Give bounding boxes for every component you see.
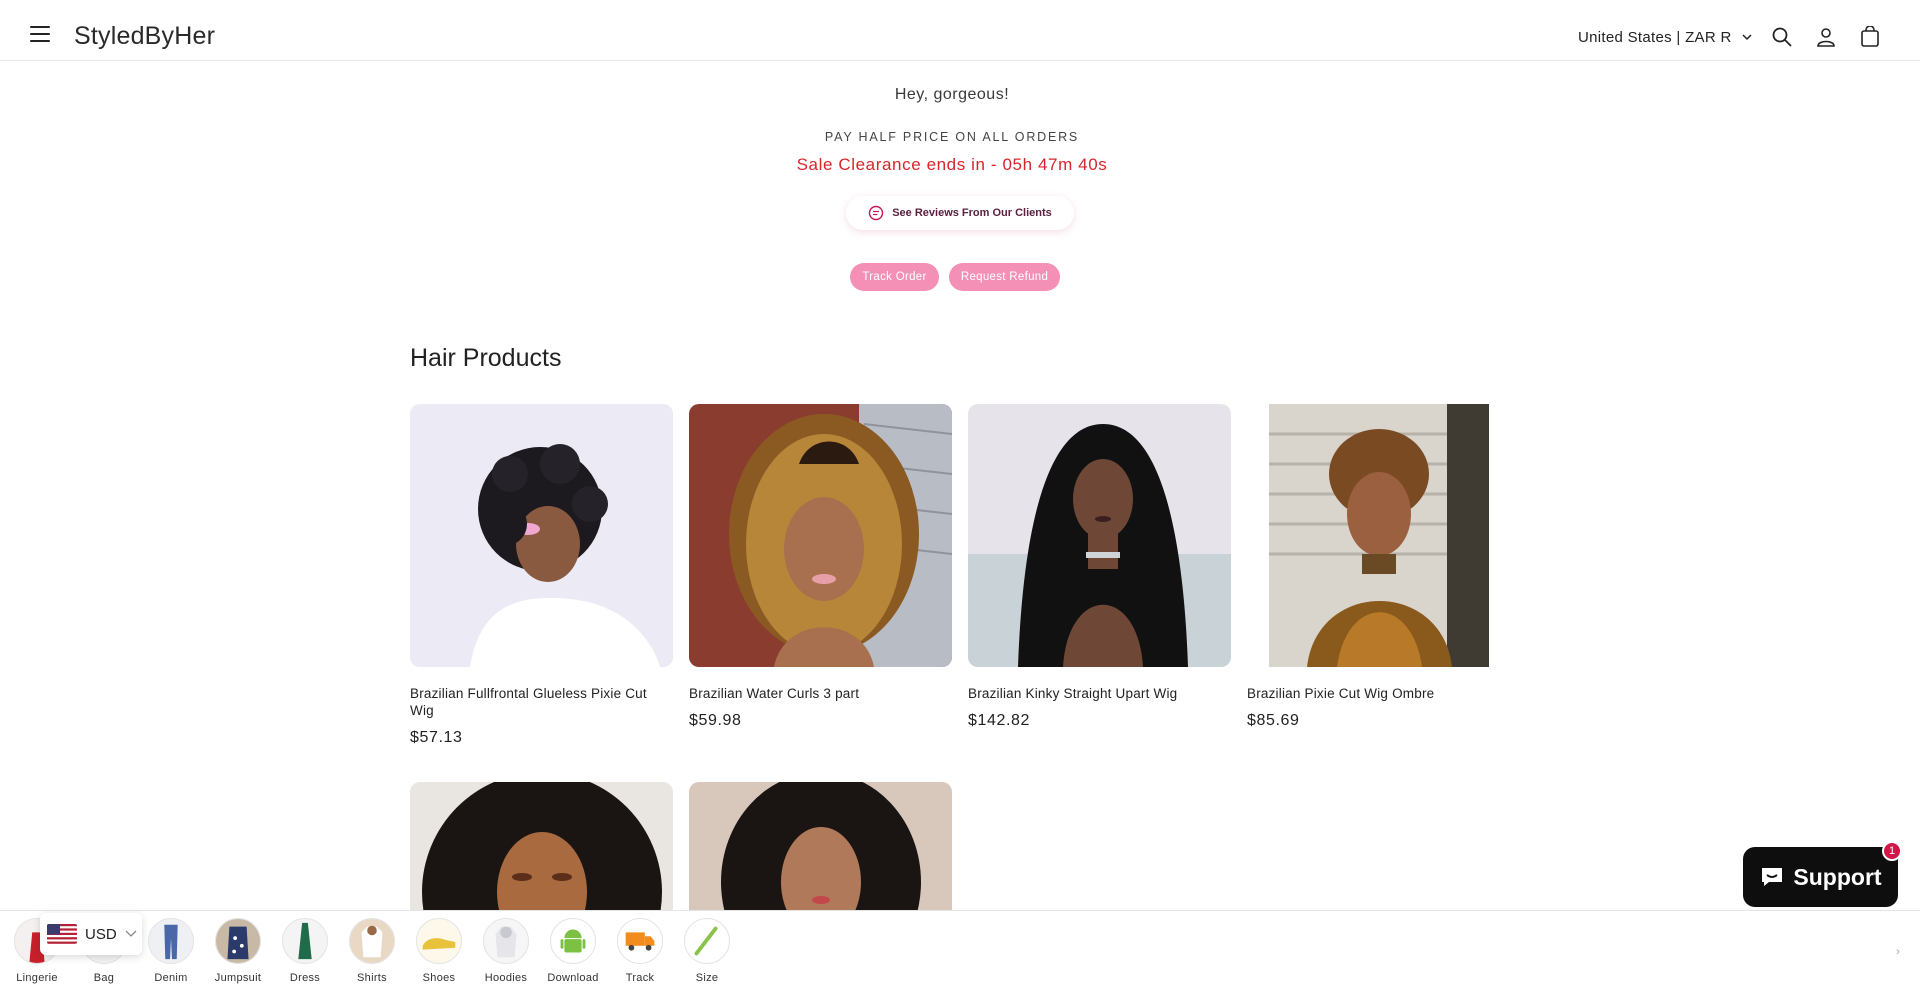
nav-item-label: Bag — [93, 972, 115, 984]
collection-title: Hair Products — [410, 344, 562, 372]
nav-item-track[interactable]: Track — [610, 918, 670, 984]
product-price: $85.69 — [1247, 712, 1300, 729]
nav-item-label: Jumpsuit — [214, 972, 262, 984]
site-logo[interactable]: StyledByHer — [74, 22, 215, 51]
hoodies-icon — [483, 918, 529, 964]
support-chat-button[interactable]: Support — [1743, 847, 1898, 907]
see-reviews-button[interactable]: See Reviews From Our Clients — [846, 196, 1074, 230]
scroll-right-icon[interactable]: › — [1896, 944, 1900, 958]
product-title[interactable]: Brazilian Fullfrontal Glueless Pixie Cut… — [410, 685, 673, 719]
nav-item-label: Size — [695, 972, 719, 984]
us-flag-icon — [47, 924, 77, 944]
product-card[interactable]: Brazilian Water Curls 3 part $59.98 — [689, 404, 952, 730]
cart-icon[interactable] — [1859, 25, 1881, 48]
product-image[interactable] — [689, 404, 952, 667]
product-card[interactable]: Brazilian Kinky Straight Upart Wig $142.… — [968, 404, 1231, 730]
country-selector[interactable]: United States | ZAR R — [1578, 29, 1752, 46]
nav-item-label: Dress — [289, 972, 321, 984]
product-image[interactable] — [689, 782, 952, 910]
product-image[interactable] — [410, 782, 673, 910]
product-card[interactable] — [689, 782, 952, 910]
nav-item-label: Shoes — [422, 972, 456, 984]
product-image[interactable] — [1247, 404, 1510, 667]
chat-bubble-icon — [869, 205, 884, 221]
nav-item-label: Lingerie — [16, 972, 58, 984]
shoes-icon — [416, 918, 462, 964]
chevron-down-icon — [1742, 34, 1752, 41]
product-price: $59.98 — [689, 712, 742, 729]
truck-icon — [617, 918, 663, 964]
nav-item-shirts[interactable]: Shirts — [342, 918, 402, 984]
track-order-button[interactable]: Track Order — [850, 263, 939, 291]
product-title[interactable]: Brazilian Pixie Cut Wig Ombre — [1247, 685, 1510, 702]
denim-icon — [148, 918, 194, 964]
support-notification-badge: 1 — [1882, 841, 1902, 861]
site-header: StyledByHer United States | ZAR R — [0, 0, 1920, 61]
product-title[interactable]: Brazilian Kinky Straight Upart Wig — [968, 685, 1231, 702]
chevron-down-icon — [125, 930, 137, 937]
nav-item-label: Denim — [154, 972, 188, 984]
nav-item-label: Shirts — [357, 972, 387, 984]
nav-item-size[interactable]: Size — [677, 918, 737, 984]
nav-item-denim[interactable]: Denim — [141, 918, 201, 984]
nav-item-jumpsuit[interactable]: Jumpsuit — [208, 918, 268, 984]
account-icon[interactable] — [1815, 26, 1837, 48]
product-title[interactable]: Brazilian Water Curls 3 part — [689, 685, 952, 702]
product-card[interactable]: Brazilian Fullfrontal Glueless Pixie Cut… — [410, 404, 673, 747]
shirts-icon — [349, 918, 395, 964]
dress-icon — [282, 918, 328, 964]
see-reviews-label: See Reviews From Our Clients — [892, 207, 1052, 219]
chat-icon — [1762, 868, 1783, 886]
product-card[interactable] — [410, 782, 673, 910]
currency-code: USD — [85, 925, 117, 943]
country-selector-label: United States | ZAR R — [1578, 29, 1732, 46]
jumpsuit-icon — [215, 918, 261, 964]
nav-item-hoodies[interactable]: Hoodies — [476, 918, 536, 984]
menu-icon[interactable] — [30, 26, 50, 42]
product-card[interactable]: Brazilian Pixie Cut Wig Ombre $85.69 — [1247, 404, 1510, 730]
nav-item-shoes[interactable]: Shoes — [409, 918, 469, 984]
nav-item-label: Download — [547, 972, 599, 984]
support-label: Support — [1793, 863, 1882, 890]
currency-selector[interactable]: USD — [40, 913, 142, 955]
request-refund-button[interactable]: Request Refund — [949, 263, 1060, 291]
nav-item-label: Hoodies — [484, 972, 528, 984]
search-icon[interactable] — [1771, 26, 1793, 48]
sale-countdown: Sale Clearance ends in - 05h 47m 40s — [796, 155, 1108, 174]
ruler-icon — [684, 918, 730, 964]
android-icon — [550, 918, 596, 964]
promo-text: PAY HALF PRICE ON ALL ORDERS — [824, 130, 1080, 144]
nav-item-dress[interactable]: Dress — [275, 918, 335, 984]
greeting-text: Hey, gorgeous! — [894, 86, 1010, 103]
product-price: $142.82 — [968, 712, 1031, 729]
product-image[interactable] — [968, 404, 1231, 667]
nav-item-download[interactable]: Download — [543, 918, 603, 984]
product-image[interactable] — [410, 404, 673, 667]
nav-item-label: Track — [625, 972, 655, 984]
product-price: $57.13 — [410, 729, 463, 746]
